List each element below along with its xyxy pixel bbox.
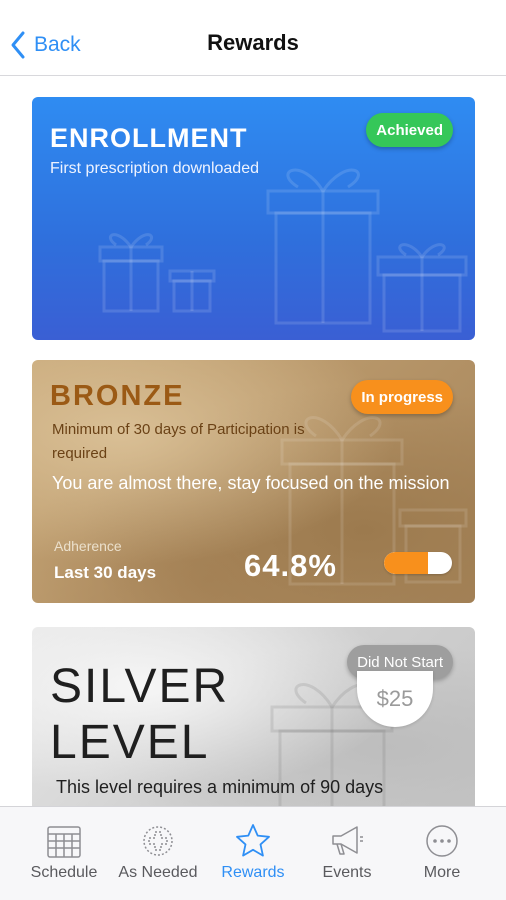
adherence-label: Adherence xyxy=(54,538,122,554)
adherence-progress-bar xyxy=(384,552,452,574)
adherence-progress-fill xyxy=(384,552,429,574)
tab-label: Schedule xyxy=(30,864,98,881)
bronze-message: You are almost there, stay focused on th… xyxy=(52,473,450,493)
gift-decoration-icon xyxy=(98,233,216,313)
enrollment-title: ENROLLMENT xyxy=(50,123,248,153)
star-icon xyxy=(236,824,270,857)
enrollment-card[interactable]: ENROLLMENT First prescription downloaded… xyxy=(32,97,475,340)
tab-bar: Schedule As Needed Rewards Events More xyxy=(0,806,506,900)
pill-icon xyxy=(143,826,173,856)
gift-decoration-icon xyxy=(266,168,468,333)
tab-label: Rewards xyxy=(221,864,285,881)
silver-title: SILVER LEVEL xyxy=(50,660,230,769)
tab-as-needed[interactable]: As Needed xyxy=(108,807,208,900)
bronze-card[interactable]: BRONZE In progress Minimum of 30 days of… xyxy=(32,360,475,603)
rewards-screen: Back Rewards ENROLLMENT First prescripti… xyxy=(0,0,506,900)
in-progress-badge: In progress xyxy=(351,380,453,414)
silver-requirement: This level requires a minimum of 90 days xyxy=(56,777,384,797)
bronze-title: BRONZE xyxy=(50,380,185,412)
rewards-list[interactable]: ENROLLMENT First prescription downloaded… xyxy=(0,77,506,806)
tab-schedule[interactable]: Schedule xyxy=(14,807,114,900)
tab-rewards[interactable]: Rewards xyxy=(203,807,303,900)
achieved-badge: Achieved xyxy=(366,113,453,147)
tab-more[interactable]: More xyxy=(392,807,492,900)
adherence-period: Last 30 days xyxy=(54,563,157,582)
tab-label: Events xyxy=(322,864,372,881)
megaphone-icon xyxy=(332,826,363,855)
enrollment-subtitle: First prescription downloaded xyxy=(50,160,259,177)
silver-card[interactable]: SILVER LEVEL Did Not Start $25 This leve… xyxy=(32,627,475,806)
adherence-value: 64.8% xyxy=(244,548,337,583)
bronze-requirement: Minimum of 30 days of Participation is r… xyxy=(52,421,305,462)
tab-label: As Needed xyxy=(118,864,198,881)
tab-events[interactable]: Events xyxy=(297,807,397,900)
navigation-bar: Back Rewards xyxy=(0,0,506,76)
calendar-icon xyxy=(47,826,81,858)
page-title: Rewards xyxy=(207,30,299,55)
tab-label: More xyxy=(423,864,461,881)
prize-amount: $25 xyxy=(357,671,433,727)
more-icon xyxy=(426,825,458,857)
